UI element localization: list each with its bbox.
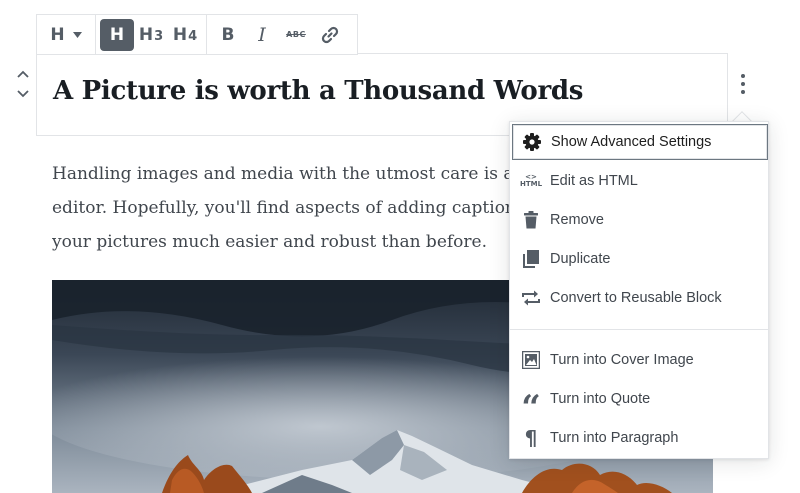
- menu-item-duplicate[interactable]: Duplicate: [512, 241, 768, 277]
- block-switcher-group: H: [37, 15, 95, 54]
- menu-item-turn-into-quote[interactable]: “ Turn into Quote: [512, 381, 768, 417]
- gear-icon: [513, 124, 551, 160]
- menu-item-turn-into-paragraph[interactable]: ¶ Turn into Paragraph: [512, 420, 768, 456]
- paragraph-icon: ¶: [512, 420, 550, 456]
- menu-item-label: Turn into Paragraph: [550, 430, 679, 446]
- block-switcher-button[interactable]: H: [41, 19, 91, 51]
- heading-level-3-main: H: [138, 24, 154, 45]
- paragraph-line: Handling images and media with the utmos…: [52, 164, 522, 184]
- heading-level-group: H H3 H4: [95, 15, 206, 54]
- bold-button[interactable]: B: [211, 19, 245, 51]
- menu-item-label: Turn into Quote: [550, 391, 651, 407]
- block-movers: [12, 66, 34, 106]
- move-down-button[interactable]: [12, 86, 34, 106]
- trash-icon: [512, 202, 550, 238]
- chevron-up-icon: [17, 70, 29, 78]
- convert-icon: [512, 280, 550, 316]
- block-settings-menu: Show Advanced Settings <> HTML Edit as HT…: [509, 121, 769, 459]
- more-options-button[interactable]: [732, 70, 754, 100]
- menu-item-label: Duplicate: [550, 251, 611, 267]
- heading-level-2-button[interactable]: H: [100, 18, 134, 51]
- menu-item-label: Show Advanced Settings: [551, 134, 712, 150]
- menu-item-label: Remove: [550, 212, 604, 228]
- link-button[interactable]: [313, 19, 347, 51]
- heading-level-3-sub: 3: [154, 29, 164, 44]
- heading-level-2-main: H: [109, 24, 125, 45]
- menu-item-edit-as-html[interactable]: <> HTML Edit as HTML: [512, 163, 768, 199]
- paragraph-line: your pictures much easier and robust tha…: [52, 232, 487, 252]
- heading-level-4-sub: 4: [188, 29, 198, 44]
- html-icon: <> HTML: [512, 163, 550, 199]
- menu-item-label: Turn into Cover Image: [550, 352, 694, 368]
- quote-icon: “: [512, 381, 550, 417]
- pilcrow-glyph: ¶: [524, 426, 538, 450]
- menu-separator: [510, 329, 768, 330]
- strikethrough-button[interactable]: ABC: [279, 19, 313, 51]
- ellipsis-vertical-icon: [741, 90, 745, 94]
- ellipsis-vertical-icon: [741, 74, 745, 78]
- heading-switcher-label: H: [50, 24, 65, 45]
- chevron-down-icon: [17, 90, 29, 98]
- menu-item-label: Edit as HTML: [550, 173, 638, 189]
- move-up-button[interactable]: [12, 66, 34, 86]
- heading-level-3-button[interactable]: H3: [134, 19, 168, 51]
- menu-item-label: Convert to Reusable Block: [550, 290, 722, 306]
- format-group: B I ABC: [206, 15, 351, 54]
- html-icon-text: HTML: [519, 180, 543, 188]
- heading-level-4-button[interactable]: H4: [168, 19, 202, 51]
- heading-text[interactable]: A Picture is worth a Thousand Words: [53, 76, 583, 106]
- italic-button[interactable]: I: [245, 19, 279, 51]
- menu-item-convert-reusable[interactable]: Convert to Reusable Block: [512, 280, 768, 316]
- caret-down-icon: [72, 31, 82, 38]
- block-toolbar: H H H3 H4 B I ABC: [36, 14, 358, 55]
- ellipsis-vertical-icon: [741, 82, 745, 86]
- quote-glyph: “: [521, 391, 541, 413]
- link-icon: [321, 26, 339, 43]
- menu-item-show-advanced-settings[interactable]: Show Advanced Settings: [512, 124, 768, 160]
- menu-item-remove[interactable]: Remove: [512, 202, 768, 238]
- duplicate-icon: [512, 241, 550, 277]
- heading-level-4-main: H: [172, 24, 188, 45]
- paragraph-block[interactable]: Handling images and media with the utmos…: [52, 157, 522, 259]
- cover-image-icon: [512, 342, 550, 378]
- menu-item-turn-into-cover-image[interactable]: Turn into Cover Image: [512, 342, 768, 378]
- paragraph-line: editor. Hopefully, you'll find aspects o…: [52, 198, 522, 218]
